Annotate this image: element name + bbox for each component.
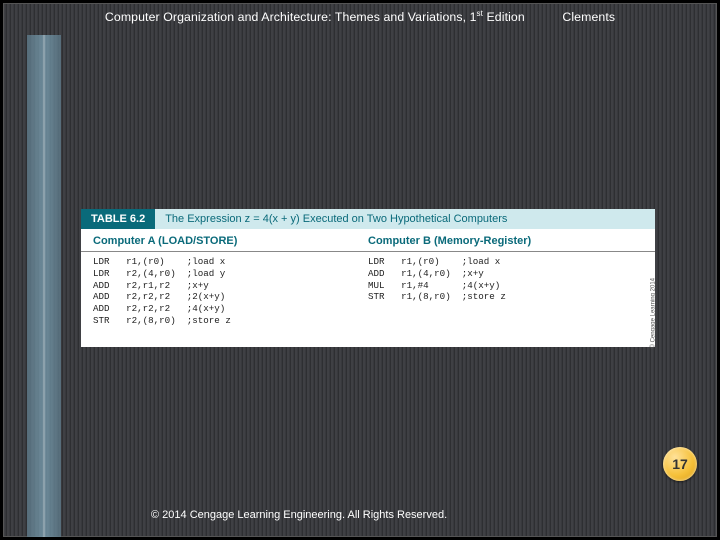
slide-header: Computer Organization and Architecture: … bbox=[3, 9, 717, 24]
page-number-badge: 17 bbox=[663, 447, 697, 481]
copyright-footer: © 2014 Cengage Learning Engineering. All… bbox=[91, 509, 717, 521]
author-name: Clements bbox=[562, 10, 615, 24]
page-number: 17 bbox=[672, 456, 688, 472]
book-title-part1: Computer Organization and Architecture: … bbox=[105, 10, 477, 24]
col-b-header: Computer B (Memory-Register) bbox=[368, 235, 643, 247]
table-caption: The Expression z = 4(x + y) Executed on … bbox=[155, 209, 655, 229]
slide: Computer Organization and Architecture: … bbox=[3, 3, 717, 537]
col-a-header: Computer A (LOAD/STORE) bbox=[93, 235, 368, 247]
table-tag: TABLE 6.2 bbox=[81, 209, 155, 229]
col-a-code: LDR r1,(r0) ;load x LDR r2,(4,r0) ;load … bbox=[93, 256, 368, 327]
table-figure: TABLE 6.2 The Expression z = 4(x + y) Ex… bbox=[81, 209, 655, 347]
table-title-bar: TABLE 6.2 The Expression z = 4(x + y) Ex… bbox=[81, 209, 655, 229]
table-body: LDR r1,(r0) ;load x LDR r2,(4,r0) ;load … bbox=[81, 252, 655, 333]
book-title-part2: Edition bbox=[483, 10, 525, 24]
table-column-headers: Computer A (LOAD/STORE) Computer B (Memo… bbox=[81, 229, 655, 252]
figure-credit: © Cengage Learning 2014 bbox=[650, 278, 656, 348]
sidebar-accent-bar bbox=[27, 35, 61, 537]
col-b-code: LDR r1,(r0) ;load x ADD r1,(4,r0) ;x+y M… bbox=[368, 256, 643, 327]
